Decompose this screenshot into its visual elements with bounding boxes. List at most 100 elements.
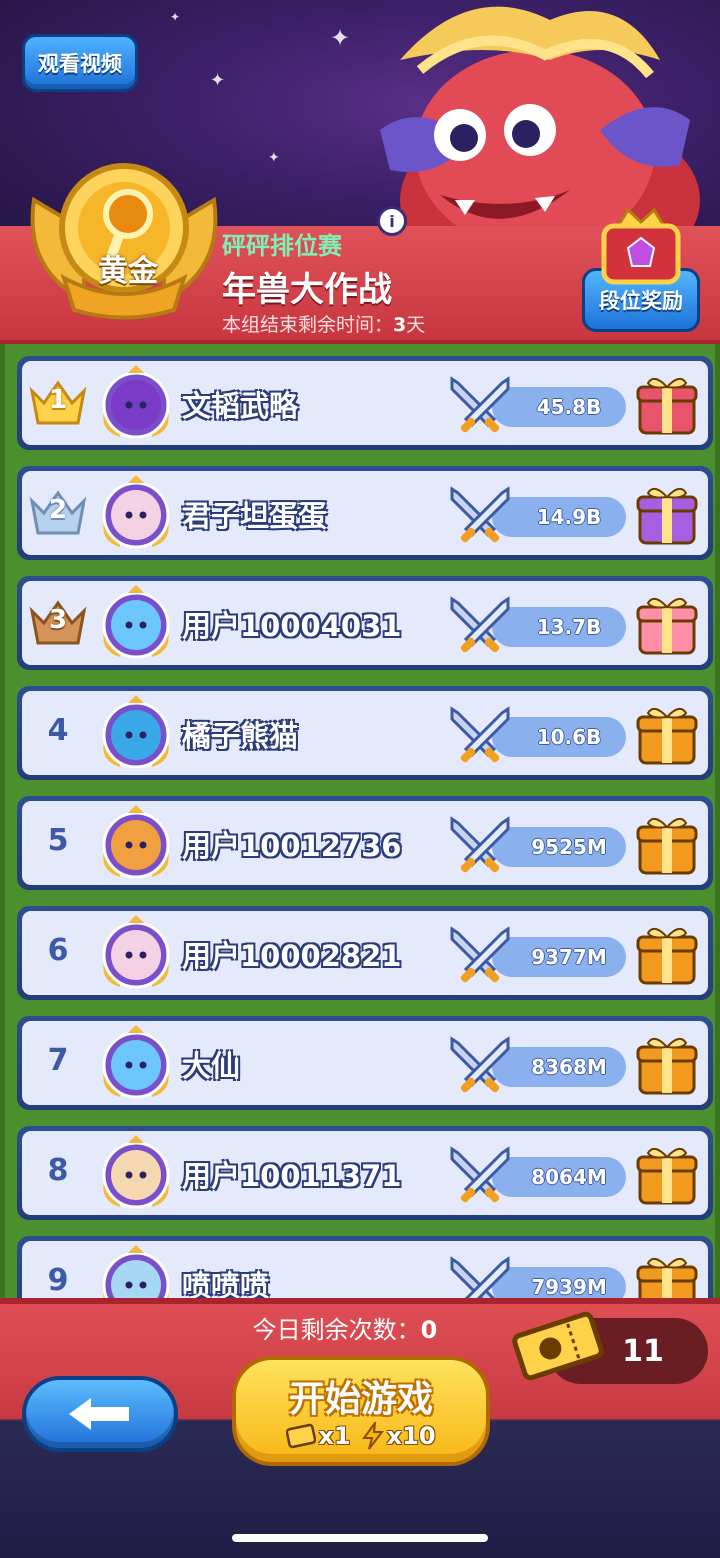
energy-cost-value: x10 xyxy=(386,1422,436,1450)
leaderboard-row[interactable]: 1 文韬武略 45.8B xyxy=(17,356,713,450)
crossed-swords-icon xyxy=(450,1146,510,1203)
rank-number: 2 xyxy=(48,495,68,525)
leaderboard-row[interactable]: 9 喷喷喷 7939M xyxy=(17,1236,713,1304)
player-avatar[interactable] xyxy=(98,1135,174,1211)
power-score: 10.6B xyxy=(492,717,626,757)
leaderboard-row-body: 4 橘子熊猫 10.6B xyxy=(22,691,708,775)
gift-box-icon[interactable] xyxy=(636,593,698,657)
crossed-swords-icon xyxy=(450,1256,510,1304)
player-avatar[interactable] xyxy=(98,475,174,551)
player-name: 君子坦蛋蛋 xyxy=(182,499,328,533)
player-name: 橘子熊猫 xyxy=(182,719,299,753)
leaderboard[interactable]: 1 文韬武略 45.8B 2 君子坦蛋蛋 14.9B 3 用户10004031 … xyxy=(0,344,720,1304)
back-button[interactable] xyxy=(22,1376,178,1452)
lightning-icon xyxy=(361,1422,384,1450)
leaderboard-row[interactable]: 3 用户10004031 13.7B xyxy=(17,576,713,670)
crossed-swords-icon xyxy=(450,926,510,983)
watch-video-label: 观看视频 xyxy=(38,52,122,76)
leaderboard-row[interactable]: 6 用户10002821 9377M xyxy=(17,906,713,1000)
crown-chest-icon xyxy=(601,208,681,285)
leaderboard-row[interactable]: 5 用户10012736 9525M xyxy=(17,796,713,890)
start-game-button[interactable]: 开始游戏 x1 x10 xyxy=(232,1356,490,1466)
player-avatar[interactable] xyxy=(98,915,174,991)
info-icon-glyph: i xyxy=(389,211,395,231)
player-avatar[interactable] xyxy=(98,695,174,771)
player-avatar[interactable] xyxy=(98,805,174,881)
time-remaining: 本组结束剩余时间：3天 xyxy=(222,310,425,337)
power-score: 14.9B xyxy=(492,497,626,537)
rank-reward-label: 段位奖励 xyxy=(599,289,683,313)
start-game-label: 开始游戏 xyxy=(288,1379,433,1420)
crossed-swords-icon xyxy=(450,596,510,653)
ticket-count: 11 xyxy=(622,1333,664,1369)
leaderboard-row[interactable]: 4 橘子熊猫 10.6B xyxy=(17,686,713,780)
power-score: 9525M xyxy=(492,827,626,867)
event-title: 年兽大作战 xyxy=(222,270,392,310)
attempts-value: 0 xyxy=(420,1316,438,1344)
sparkle-icon: ✦ xyxy=(268,150,280,166)
ticket-icon xyxy=(286,1423,317,1449)
leaderboard-row-body: 2 君子坦蛋蛋 14.9B xyxy=(22,471,708,555)
leaderboard-row-body: 1 文韬武略 45.8B xyxy=(22,361,708,445)
gift-box-icon[interactable] xyxy=(636,923,698,987)
leaderboard-row-body: 6 用户10002821 9377M xyxy=(22,911,708,995)
time-remaining-unit: 天 xyxy=(406,314,426,336)
gift-box-icon[interactable] xyxy=(636,813,698,877)
leaderboard-row[interactable]: 7 大仙 8368M xyxy=(17,1016,713,1110)
player-name: 文韬武略 xyxy=(182,389,299,423)
leaderboard-row[interactable]: 8 用户10011371 8064M xyxy=(17,1126,713,1220)
home-indicator[interactable] xyxy=(232,1534,488,1542)
rank-number: 3 xyxy=(48,605,68,635)
gift-box-icon[interactable] xyxy=(636,1143,698,1207)
power-score: 45.8B xyxy=(492,387,626,427)
power-score: 13.7B xyxy=(492,607,626,647)
crossed-swords-icon xyxy=(450,706,510,763)
player-avatar[interactable] xyxy=(98,1025,174,1101)
rank-number: 5 xyxy=(47,823,69,858)
leaderboard-row-body: 8 用户10011371 8064M xyxy=(22,1131,708,1215)
player-avatar[interactable] xyxy=(98,365,174,441)
sparkle-icon: ✦ xyxy=(210,70,226,91)
time-remaining-prefix: 本组结束剩余时间： xyxy=(222,314,394,336)
rank-number: 7 xyxy=(47,1043,69,1078)
ticket-cost: x1 xyxy=(286,1422,351,1450)
player-name: 用户10004031 xyxy=(182,609,402,643)
rank-number: 9 xyxy=(47,1263,69,1298)
arrow-left-icon xyxy=(69,1398,129,1430)
leaderboard-row-body: 3 用户10004031 13.7B xyxy=(22,581,708,665)
player-avatar[interactable] xyxy=(98,1245,174,1304)
rank-tier-label: 黄金 xyxy=(98,254,158,289)
rank-number: 1 xyxy=(48,385,68,415)
attempts-label: 今日剩余次数： xyxy=(252,1316,421,1344)
crossed-swords-icon xyxy=(450,1036,510,1093)
leaderboard-row[interactable]: 2 君子坦蛋蛋 14.9B xyxy=(17,466,713,560)
power-score: 8064M xyxy=(492,1157,626,1197)
crossed-swords-icon xyxy=(450,816,510,873)
player-name: 用户10002821 xyxy=(182,939,402,973)
energy-cost: x10 xyxy=(361,1422,436,1450)
player-name: 用户10012736 xyxy=(182,829,402,863)
ticket-cost-value: x1 xyxy=(318,1422,351,1450)
info-icon[interactable]: i xyxy=(377,206,407,236)
start-cost-row: x1 x10 xyxy=(236,1422,486,1450)
ticket-icon xyxy=(512,1311,604,1381)
player-name: 用户10011371 xyxy=(182,1159,402,1193)
rank-number: 4 xyxy=(47,713,69,748)
gold-rank-badge-icon xyxy=(30,163,218,320)
event-subtitle: 砰砰排位赛 xyxy=(222,232,342,260)
leaderboard-row-body: 5 用户10012736 9525M xyxy=(22,801,708,885)
crossed-swords-icon xyxy=(450,376,510,433)
gift-box-icon[interactable] xyxy=(636,703,698,767)
gift-box-icon[interactable] xyxy=(636,373,698,437)
watch-video-button[interactable]: 观看视频 xyxy=(22,34,138,92)
sparkle-icon: ✦ xyxy=(330,24,351,52)
gift-box-icon[interactable] xyxy=(636,1033,698,1097)
player-name: 大仙 xyxy=(182,1049,241,1083)
crossed-swords-icon xyxy=(450,486,510,543)
gift-box-icon[interactable] xyxy=(636,1253,698,1304)
leaderboard-row-body: 9 喷喷喷 7939M xyxy=(22,1241,708,1304)
rank-number: 8 xyxy=(47,1153,69,1188)
gift-box-icon[interactable] xyxy=(636,483,698,547)
player-avatar[interactable] xyxy=(98,585,174,661)
power-score: 8368M xyxy=(492,1047,626,1087)
